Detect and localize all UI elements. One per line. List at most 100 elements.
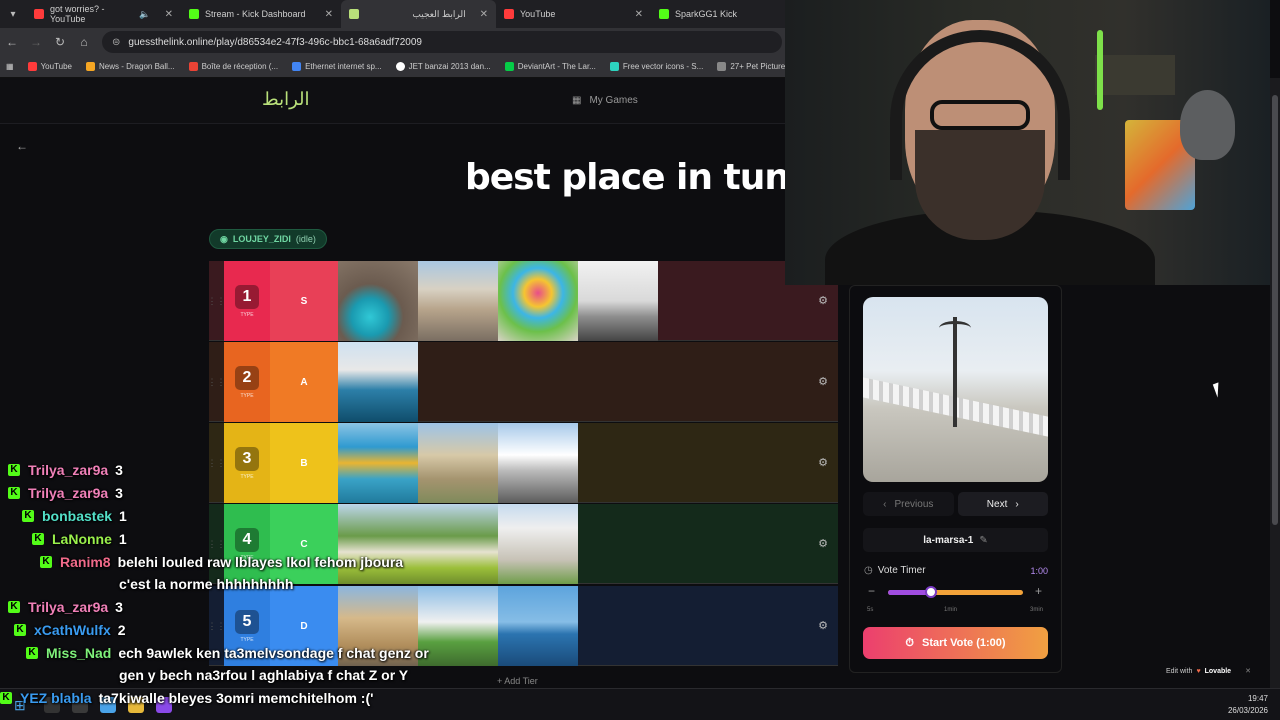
globe-icon: [395, 62, 405, 71]
chat-message: K bonbastek 1: [0, 504, 480, 527]
tab-search-icon[interactable]: ▾: [0, 0, 26, 28]
chat-username[interactable]: Trilya_zar9a: [28, 599, 108, 615]
drag-handle-icon[interactable]: ⋮⋮: [208, 342, 226, 422]
mail-icon: [188, 62, 198, 71]
edit-with-lovable-badge[interactable]: Edit with ♥ Lovable ✕: [1166, 664, 1266, 678]
kick-badge-icon: K: [26, 646, 38, 659]
bookmark-item[interactable]: Ethernet internet sp...: [292, 62, 382, 71]
back-arrow-icon[interactable]: ←: [0, 35, 24, 49]
pencil-icon[interactable]: ✎: [979, 535, 987, 546]
tab-label: got worries? - YouTube: [50, 4, 105, 24]
tab-mute-icon[interactable]: 🔈: [139, 9, 150, 20]
close-icon[interactable]: ✕: [635, 9, 643, 20]
close-icon[interactable]: ✕: [480, 9, 488, 20]
chat-username[interactable]: Miss_Nad: [46, 645, 111, 661]
page-title: best place in tunisi: [465, 157, 785, 198]
gear-icon[interactable]: ⚙: [818, 294, 828, 307]
tier-letter[interactable]: S: [270, 261, 338, 341]
scrollbar-thumb[interactable]: [1272, 95, 1278, 525]
youtube-icon: [27, 62, 37, 71]
slider-thumb[interactable]: [925, 586, 938, 598]
tier-image[interactable]: [498, 586, 578, 666]
youtube-icon: [34, 9, 44, 19]
chat-username[interactable]: xCathWulfx: [34, 622, 111, 638]
close-icon[interactable]: ✕: [325, 9, 333, 20]
chevron-right-icon: ›: [1015, 498, 1019, 510]
bookmark-label: JET banzai 2013 dan...: [408, 62, 491, 71]
tier-images: [338, 261, 658, 341]
bookmark-item[interactable]: YouTube: [27, 62, 72, 71]
tier-image[interactable]: [498, 261, 578, 341]
image-name-field[interactable]: la-marsa-1 ✎: [863, 528, 1048, 552]
previous-button[interactable]: ‹ Previous: [863, 492, 954, 516]
browser-toolbar: ← → ↻ ⌂ ⊜ guessthelink.online/play/d8653…: [0, 28, 785, 56]
kick-badge-icon: K: [14, 623, 26, 636]
bookmark-item[interactable]: 27+ Pet Pictures: [717, 62, 789, 71]
chat-username[interactable]: Trilya_zar9a: [28, 485, 108, 501]
chat-username[interactable]: YEZ blabla: [20, 690, 92, 706]
bookmark-label: Free vector icons - S...: [622, 62, 704, 71]
slider-track[interactable]: [888, 586, 1023, 598]
chat-text: 1: [118, 530, 127, 547]
clock-date: 26/03/2026: [1227, 706, 1268, 715]
chat-message: K Trilya_zar9a 3: [0, 481, 480, 504]
bookmark-label: 27+ Pet Pictures: [730, 62, 790, 71]
forward-arrow-icon[interactable]: →: [24, 35, 48, 49]
my-games-link[interactable]: ▦ My Games: [572, 95, 638, 106]
chat-username[interactable]: Ranim8: [60, 554, 111, 570]
tier-image[interactable]: [498, 504, 578, 584]
tier-image[interactable]: [338, 261, 418, 341]
bookmark-item[interactable]: Boîte de réception (...: [188, 62, 278, 71]
tab-kick-dashboard[interactable]: Stream - Kick Dashboard ✕: [181, 0, 341, 28]
bookmark-item[interactable]: Free vector icons - S...: [609, 62, 704, 71]
kick-badge-icon: K: [8, 463, 20, 476]
chat-username[interactable]: LaNonne: [52, 531, 112, 547]
kick-badge-icon: K: [32, 532, 44, 545]
apps-grid-icon[interactable]: ▦: [6, 62, 14, 71]
site-info-icon[interactable]: ⊜: [112, 37, 120, 48]
tab-youtube[interactable]: YouTube ✕: [496, 0, 651, 28]
chat-text: c'est la norme hhhhhhhhh: [119, 576, 294, 592]
app-header: الرابط ▦ My Games: [0, 78, 785, 124]
chat-text: gen y bech na3rfou l aghlabiya f chat Z …: [119, 667, 409, 683]
gear-icon[interactable]: ⚙: [818, 619, 828, 632]
tier-image[interactable]: [338, 342, 418, 422]
drag-handle-icon[interactable]: ⋮⋮: [208, 261, 226, 341]
gear-icon[interactable]: ⚙: [818, 375, 828, 388]
tier-image[interactable]: [578, 261, 658, 341]
clock-icon: ◷: [864, 565, 873, 576]
bookmarks-bar: ▦ YouTube News - Dragon Ball... Boîte de…: [0, 56, 789, 78]
close-icon[interactable]: ✕: [1245, 667, 1251, 675]
system-clock[interactable]: 19:47 26/03/2026: [1228, 693, 1268, 717]
home-icon[interactable]: ⌂: [72, 35, 96, 49]
tier-letter[interactable]: A: [270, 342, 338, 422]
add-tier-button[interactable]: + Add Tier: [497, 676, 538, 686]
bookmark-item[interactable]: News - Dragon Ball...: [86, 62, 175, 71]
tab-youtube-worries[interactable]: got worries? - YouTube 🔈 ✕: [26, 0, 181, 28]
back-arrow-icon[interactable]: ←: [16, 139, 28, 153]
kick-badge-icon: K: [40, 555, 52, 568]
plus-icon[interactable]: +: [1035, 584, 1042, 598]
address-bar[interactable]: ⊜ guessthelink.online/play/d86534e2-47f3…: [102, 31, 782, 53]
bookmark-item[interactable]: JET banzai 2013 dan...: [395, 62, 491, 71]
reload-icon[interactable]: ↻: [48, 35, 72, 49]
timer-slider[interactable]: − +: [864, 584, 1048, 599]
tier-image[interactable]: [498, 423, 578, 503]
gear-icon[interactable]: ⚙: [818, 537, 828, 550]
gear-icon[interactable]: ⚙: [818, 456, 828, 469]
start-vote-button[interactable]: ⏱ Start Vote (1:00): [863, 627, 1048, 659]
tab-sparkgg1-kick[interactable]: SparkGG1 Kick: [651, 0, 781, 28]
chat-username[interactable]: bonbastek: [42, 508, 112, 524]
tier-image[interactable]: [418, 261, 498, 341]
minus-icon[interactable]: −: [868, 584, 875, 598]
tab-guess-the-link[interactable]: الرابط العجيب ✕: [341, 0, 496, 28]
tier-row: ⋮⋮ 2 TYPE A ⚙: [208, 342, 838, 422]
chat-username[interactable]: Trilya_zar9a: [28, 462, 108, 478]
close-icon[interactable]: ✕: [165, 9, 173, 20]
bookmark-item[interactable]: DeviantArt - The Lar...: [504, 62, 596, 71]
site-logo[interactable]: الرابط: [262, 89, 310, 110]
next-button[interactable]: Next ›: [957, 492, 1048, 516]
cat-shape: [1180, 90, 1235, 160]
slider-max-label: 3min: [1030, 607, 1044, 613]
chat-text: 2: [117, 621, 126, 638]
